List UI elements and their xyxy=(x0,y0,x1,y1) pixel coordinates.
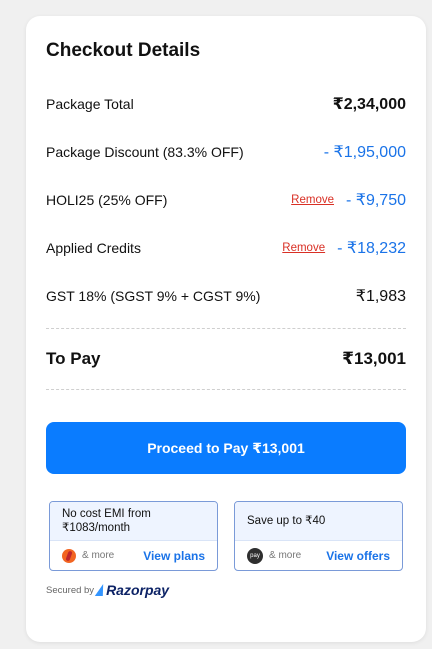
razorpay-logo: Razorpay xyxy=(94,582,170,598)
view-plans-link[interactable]: View plans xyxy=(143,549,205,563)
row-applied-credits: Applied Credits Remove - ₹18,232 xyxy=(46,236,406,260)
row-label: Package Total xyxy=(46,96,134,112)
row-gst: GST 18% (SGST 9% + CGST 9%) ₹1,983 xyxy=(46,284,406,308)
to-pay-label: To Pay xyxy=(46,349,101,368)
row-value: - ₹1,95,000 xyxy=(323,144,406,161)
proceed-to-pay-button[interactable]: Proceed to Pay ₹13,001 xyxy=(46,422,406,474)
row-value: ₹1,983 xyxy=(355,288,406,305)
row-label: Applied Credits xyxy=(46,240,141,256)
row-package-total: Package Total ₹2,34,000 xyxy=(46,92,406,116)
offer-text: Save up to ₹40 xyxy=(235,502,402,540)
row-label: Package Discount (83.3% OFF) xyxy=(46,144,244,160)
pay-logo-icon: pay xyxy=(247,547,263,564)
divider xyxy=(46,389,406,390)
row-label: GST 18% (SGST 9% + CGST 9%) xyxy=(46,288,261,304)
offer-text: No cost EMI from ₹1083/month xyxy=(50,502,217,540)
razorpay-brand: Razorpay xyxy=(106,582,170,598)
row-to-pay: To Pay ₹13,001 xyxy=(46,347,406,371)
row-package-discount: Package Discount (83.3% OFF) - ₹1,95,000 xyxy=(46,140,406,164)
row-value: - ₹9,750 xyxy=(346,192,406,209)
page-title: Checkout Details xyxy=(46,40,201,61)
row-value: - ₹18,232 xyxy=(337,240,406,257)
bank-logo-icon xyxy=(62,548,76,563)
checkout-card: Checkout Details Package Total ₹2,34,000… xyxy=(26,16,426,642)
emi-offer-card: No cost EMI from ₹1083/month & more View… xyxy=(49,501,218,571)
row-coupon: HOLI25 (25% OFF) Remove - ₹9,750 xyxy=(46,188,406,212)
offer-more: & more xyxy=(82,550,115,561)
row-label: HOLI25 (25% OFF) xyxy=(46,192,168,208)
divider xyxy=(46,328,406,329)
remove-coupon-link[interactable]: Remove xyxy=(291,194,334,206)
secured-by-text: Secured by xyxy=(46,584,95,596)
to-pay-value: ₹13,001 xyxy=(342,349,406,368)
offer-more: & more xyxy=(269,550,302,561)
view-offers-link[interactable]: View offers xyxy=(326,549,390,563)
savings-offer-card: Save up to ₹40 pay & more View offers xyxy=(234,501,403,571)
row-value: ₹2,34,000 xyxy=(332,96,406,113)
secured-by-footer: Secured by Razorpay xyxy=(46,582,169,598)
remove-credits-link[interactable]: Remove xyxy=(282,242,325,254)
